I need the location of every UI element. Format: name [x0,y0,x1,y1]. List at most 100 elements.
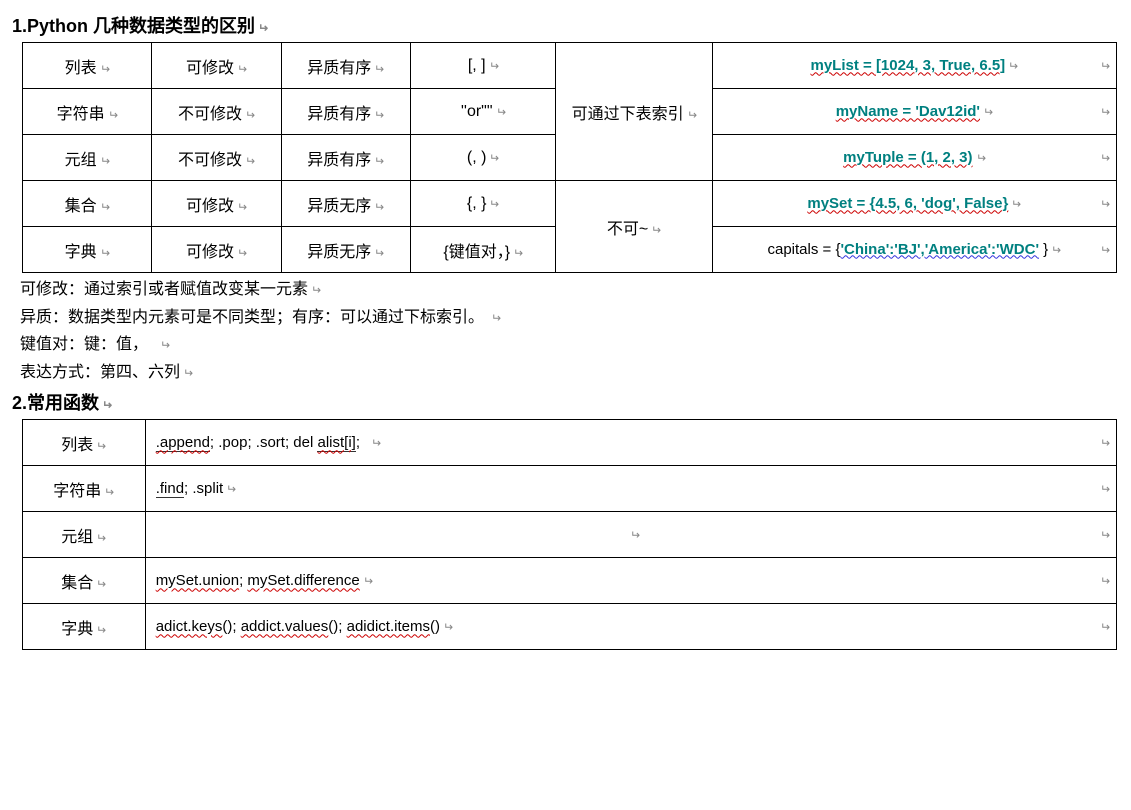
enter-icon: ↵ [374,154,384,168]
enter-icon: ↵ [491,309,501,328]
enter-icon: ↵ [96,531,106,545]
functions-table: 列表↵ .append; .pop; .sort; del alist[i]; … [22,419,1117,650]
enter-icon: ↵ [976,151,986,165]
cell-mutable: 可修改↵ [152,43,281,89]
cell-ordered: 异质无序↵ [281,181,410,227]
enter-icon: ↵ [100,200,110,214]
note-line: 键值对：键：值， ↵ [20,332,1119,358]
cell-name: 列表↵ [23,43,152,89]
enter-icon: ↵ [489,197,499,211]
cell-functions: .find; .split↵ ↵ [145,466,1116,512]
enter-icon: ↵ [1008,59,1018,73]
cell-name: 字符串↵ [23,89,152,135]
enter-icon: ↵ [371,436,381,450]
enter-icon: ↵ [1011,197,1021,211]
cell-name: 元组↵ [23,512,146,558]
enter-icon: ↵ [1100,528,1110,542]
enter-icon: ↵ [687,108,697,122]
enter-icon: ↵ [1100,482,1110,496]
enter-icon: ↵ [102,398,112,412]
enter-icon: ↵ [374,62,384,76]
enter-icon: ↵ [1100,197,1110,211]
enter-icon: ↵ [104,485,114,499]
section2-heading: 2.常用函数↵ [12,389,1119,415]
enter-icon: ↵ [245,154,255,168]
enter-icon: ↵ [630,528,640,542]
cell-syntax: {键值对，}↵ [410,227,556,273]
cell-syntax: (, )↵ [410,135,556,181]
cell-mutable: 不可修改↵ [152,89,281,135]
cell-name: 字符串↵ [23,466,146,512]
enter-icon: ↵ [100,246,110,260]
cell-syntax: ''or""↵ [410,89,556,135]
enter-icon: ↵ [651,223,661,237]
data-types-table: 列表↵ 可修改↵ 异质有序↵ [, ]↵ 可通过下表索引↵ myList = [… [22,42,1117,273]
enter-icon: ↵ [1100,151,1110,165]
cell-indexable: 可通过下表索引↵ [556,43,712,181]
enter-icon: ↵ [311,281,321,300]
cell-mutable: 可修改↵ [152,181,281,227]
section1-heading: 1.Python 几种数据类型的区别↵ [12,12,1119,38]
cell-example: myName = 'Dav12id'↵↵ [712,89,1116,135]
cell-functions: adict.keys(); addict.values(); adidict.i… [145,604,1116,650]
cell-name: 集合↵ [23,181,152,227]
note-line: 可修改：通过索引或者赋值改变某一元素↵ [20,277,1119,303]
cell-name: 集合↵ [23,558,146,604]
cell-ordered: 异质有序↵ [281,89,410,135]
enter-icon: ↵ [374,108,384,122]
enter-icon: ↵ [374,200,384,214]
cell-name: 元组↵ [23,135,152,181]
cell-name: 字典↵ [23,604,146,650]
cell-functions: .append; .pop; .sort; del alist[i]; ↵ ↵ [145,420,1116,466]
cell-example: myTuple = (1, 2, 3)↵↵ [712,135,1116,181]
enter-icon: ↵ [1100,243,1110,257]
enter-icon: ↵ [1100,105,1110,119]
enter-icon: ↵ [100,154,110,168]
enter-icon: ↵ [489,151,499,165]
enter-icon: ↵ [374,246,384,260]
cell-example: myList = [1024, 3, True, 6.5]↵↵ [712,43,1116,89]
cell-ordered: 异质无序↵ [281,227,410,273]
enter-icon: ↵ [237,246,247,260]
enter-icon: ↵ [226,482,236,496]
note-line: 表达方式：第四、六列↵ [20,360,1119,386]
cell-syntax: [, ]↵ [410,43,556,89]
cell-functions: ↵ ↵ [145,512,1116,558]
cell-name: 字典↵ [23,227,152,273]
cell-functions: mySet.union; mySet.difference↵ ↵ [145,558,1116,604]
cell-example: mySet = {4.5, 6, 'dog', False}↵↵ [712,181,1116,227]
enter-icon: ↵ [96,577,106,591]
cell-mutable: 不可修改↵ [152,135,281,181]
enter-icon: ↵ [1100,436,1110,450]
note-line: 异质：数据类型内元素可是不同类型；有序：可以通过下标索引。 ↵ [20,305,1119,331]
enter-icon: ↵ [245,108,255,122]
enter-icon: ↵ [1051,243,1061,257]
enter-icon: ↵ [513,246,523,260]
enter-icon: ↵ [1100,574,1110,588]
enter-icon: ↵ [1100,620,1110,634]
enter-icon: ↵ [983,105,993,119]
enter-icon: ↵ [96,439,106,453]
cell-ordered: 异质有序↵ [281,43,410,89]
cell-indexable: 不可~↵ [556,181,712,273]
enter-icon: ↵ [489,59,499,73]
cell-name: 列表↵ [23,420,146,466]
enter-icon: ↵ [108,108,118,122]
heading-text: 1.Python 几种数据类型的区别 [12,16,255,36]
cell-ordered: 异质有序↵ [281,135,410,181]
enter-icon: ↵ [160,336,170,355]
enter-icon: ↵ [496,105,506,119]
heading-text: 2.常用函数 [12,393,99,413]
enter-icon: ↵ [100,62,110,76]
enter-icon: ↵ [96,623,106,637]
cell-mutable: 可修改↵ [152,227,281,273]
enter-icon: ↵ [237,62,247,76]
cell-example: capitals = {'China':'BJ','America':'WDC'… [712,227,1116,273]
enter-icon: ↵ [443,620,453,634]
enter-icon: ↵ [237,200,247,214]
enter-icon: ↵ [183,364,193,383]
enter-icon: ↵ [363,574,373,588]
enter-icon: ↵ [258,21,268,35]
cell-syntax: {, }↵ [410,181,556,227]
enter-icon: ↵ [1100,59,1110,73]
